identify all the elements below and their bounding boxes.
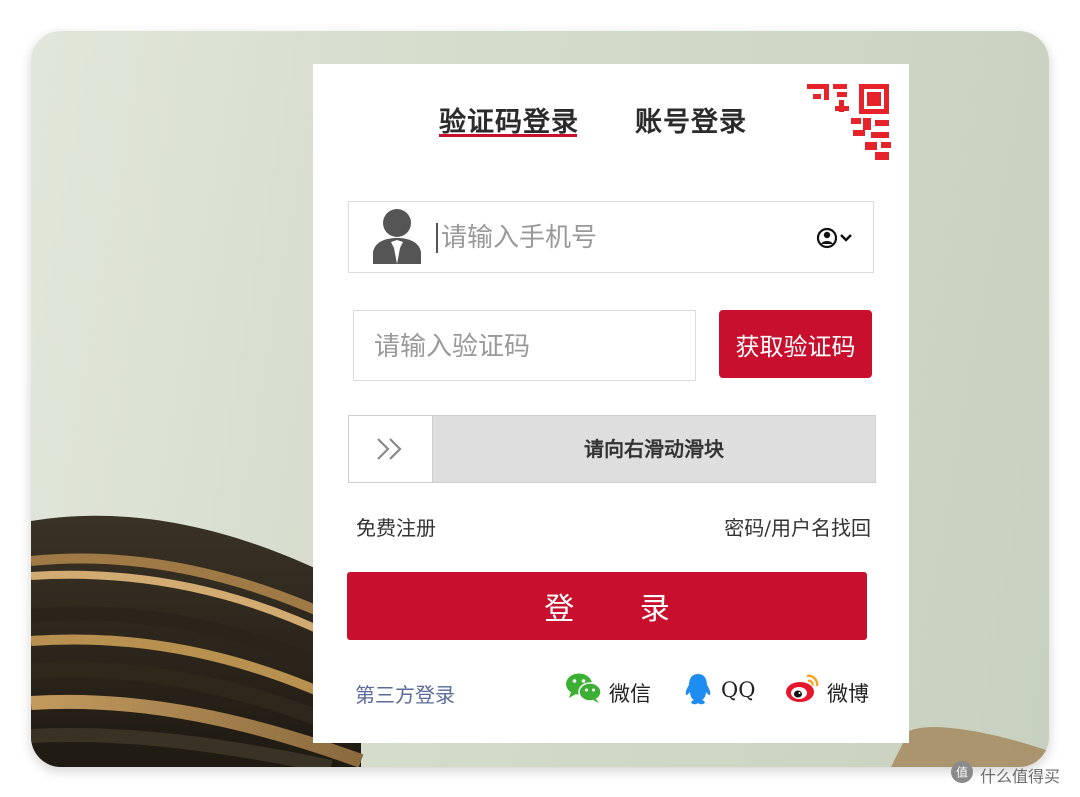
weibo-label: 微博 [827, 682, 869, 706]
watermark-text: 什么值得买 [980, 767, 1061, 786]
weibo-icon [786, 674, 819, 702]
weibo-login[interactable]: 微博 [785, 668, 875, 712]
active-tab-underline [439, 134, 577, 137]
register-link[interactable]: 免费注册 [356, 512, 436, 541]
account-switch-chevron-icon[interactable] [815, 226, 859, 250]
verification-code-input[interactable] [372, 323, 676, 371]
qq-label: QQ [721, 678, 756, 702]
user-icon [373, 209, 421, 264]
phone-input-box [348, 201, 874, 273]
get-code-button[interactable]: 获取验证码 [719, 310, 872, 378]
qq-login[interactable]: QQ [683, 668, 755, 712]
smzdm-logo-icon: 值 [951, 761, 973, 783]
double-chevron-right-icon [377, 438, 402, 460]
login-card: 验证码登录 账号登录 请输入手机号 请输入验证码 获取验证码 请向右滑动滑块 免… [313, 64, 909, 743]
tab-account-login[interactable]: 账号登录 [635, 100, 747, 139]
phone-input[interactable] [439, 214, 803, 262]
recover-password-link[interactable]: 密码/用户名找回 [724, 512, 871, 541]
login-button[interactable]: 登 录 [347, 572, 867, 640]
qr-code-icon[interactable] [803, 80, 895, 165]
wechat-icon [566, 673, 602, 703]
text-caret [436, 223, 438, 253]
login-tabs: 验证码登录 账号登录 [313, 64, 909, 165]
slider-label: 请向右滑动滑块 [584, 437, 724, 461]
slider-handle[interactable] [349, 416, 433, 482]
svg-text:值: 值 [956, 765, 968, 780]
code-input-box [353, 310, 696, 381]
slide-captcha: 请向右滑动滑块 [348, 415, 876, 483]
third-party-label: 第三方登录 [355, 683, 455, 707]
wechat-label: 微信 [609, 682, 651, 706]
wechat-login[interactable]: 微信 [565, 668, 657, 712]
qq-icon [685, 674, 711, 705]
